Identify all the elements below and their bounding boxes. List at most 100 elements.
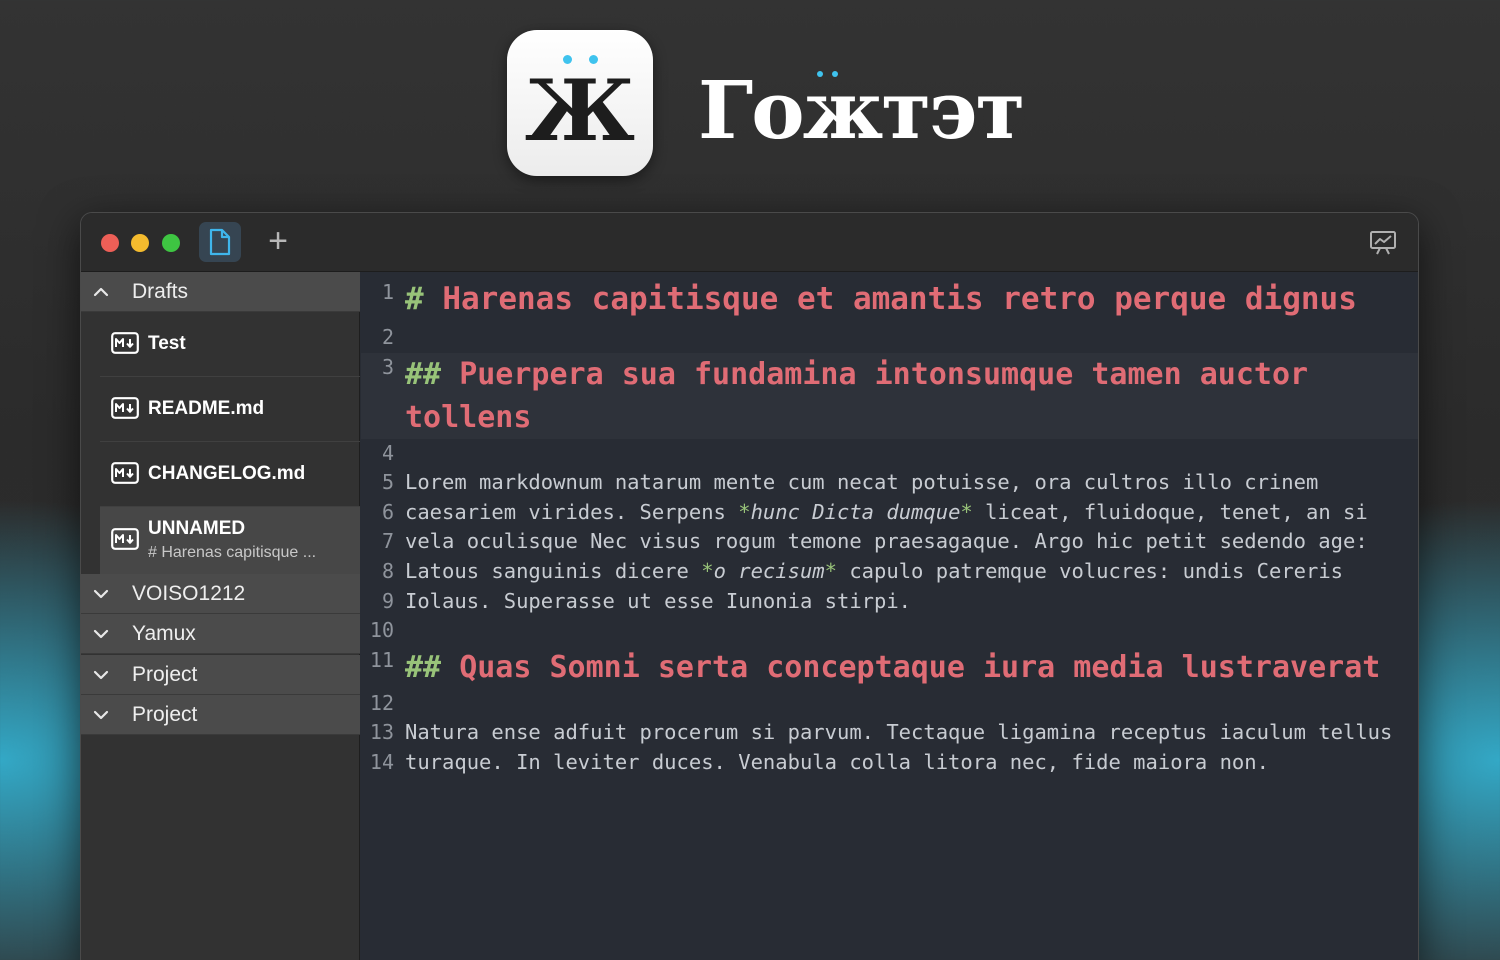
line-number: 11 xyxy=(369,647,394,672)
heading-2: ## Quas Somni serta conceptaque iura med… xyxy=(405,646,1418,689)
group-voiso1212[interactable]: VOISO1212 xyxy=(81,574,360,614)
group-label: Drafts xyxy=(132,280,189,303)
group-project-2[interactable]: Project xyxy=(81,695,360,735)
group-label: Yamux xyxy=(132,622,196,645)
editor-line: 2 xyxy=(361,323,1418,353)
group-label: VOISO1212 xyxy=(132,582,246,605)
heading-marker: # xyxy=(405,281,424,317)
editor-line: 5 Lorem markdownum natarum mente cum nec… xyxy=(361,468,1418,498)
markdown-icon xyxy=(111,528,139,550)
logo-glyph: Ж xyxy=(524,61,636,160)
markdown-icon xyxy=(111,332,139,354)
document-tab[interactable] xyxy=(199,222,241,262)
emphasis-marker: * xyxy=(738,499,751,524)
editor-line: 9 Iolaus. Superasse ut esse Iunonia stir… xyxy=(361,587,1418,617)
line-number: 5 xyxy=(381,470,394,495)
heading-text: Quas Somni serta conceptaque iura media … xyxy=(459,649,1381,685)
heading-2: ## Puerpera sua fundamina intonsumque ta… xyxy=(405,353,1418,439)
editor-line: 8 Latous sanguinis dicere *o recisum* ca… xyxy=(361,557,1418,587)
chevron-down-icon xyxy=(93,670,109,680)
new-tab-button[interactable]: + xyxy=(261,224,295,260)
emphasis-marker: * xyxy=(960,499,973,524)
paragraph-text: Natura ense adfuit procerum si parvum. T… xyxy=(405,720,1393,745)
line-number: 14 xyxy=(369,749,394,774)
markdown-icon xyxy=(111,397,139,419)
paragraph-text: turaque. In leviter duces. Venabula coll… xyxy=(405,749,1269,774)
app-logo: Ж xyxy=(507,30,653,176)
text-run: Latous sanguinis dicere xyxy=(405,558,702,583)
line-number: 6 xyxy=(381,499,394,524)
title-dot-left xyxy=(817,71,823,77)
line-number: 9 xyxy=(381,588,394,613)
heading-text: Harenas capitisque et amantis retro perq… xyxy=(442,281,1357,317)
file-item-test[interactable]: Test xyxy=(100,312,360,377)
file-name: UNNAMED xyxy=(148,518,246,539)
group-project[interactable]: Project xyxy=(81,655,360,695)
editor-line: 13 Natura ense adfuit procerum si parvum… xyxy=(361,718,1418,748)
group-yamux[interactable]: Yamux xyxy=(81,614,360,654)
editor-line: 7 vela oculisque Nec visus rogum temone … xyxy=(361,527,1418,557)
presentation-button[interactable] xyxy=(1368,227,1398,257)
group-label: Project xyxy=(132,663,198,686)
presentation-icon xyxy=(1370,231,1396,255)
app-window: + Drafts Test README.md CHANGELOG.md UNN… xyxy=(80,212,1419,960)
editor-line: 6 caesariem virides. Serpens *hunc Dicta… xyxy=(361,498,1418,528)
line-number: 1 xyxy=(381,280,394,304)
heading-text: Puerpera sua fundamina intonsumque tamen… xyxy=(405,356,1309,435)
line-number: 2 xyxy=(381,325,394,349)
app-name: Гожтэт xyxy=(698,60,1025,160)
emphasis-marker: * xyxy=(701,558,714,583)
markdown-icon xyxy=(111,462,139,484)
paragraph-text: vela oculisque Nec visus rogum temone pr… xyxy=(405,529,1368,554)
line-number: 10 xyxy=(369,618,394,643)
line-number: 12 xyxy=(369,690,394,715)
app-name-text: Гожтэт xyxy=(698,63,1025,157)
text-run: caesariem virides. Serpens xyxy=(405,499,739,524)
line-number: 3 xyxy=(381,354,394,379)
text-run: capulo patremque volucres: undis Cereris xyxy=(837,558,1344,583)
zoom-window-button[interactable] xyxy=(162,234,180,252)
line-number: 13 xyxy=(369,720,394,745)
file-preview: # Harenas capitisque ... xyxy=(148,544,317,561)
group-drafts[interactable]: Drafts xyxy=(81,272,360,312)
emphasis-text: o recisum xyxy=(713,558,825,583)
chevron-down-icon xyxy=(93,589,109,599)
line-number: 4 xyxy=(381,440,394,465)
file-item-unnamed[interactable]: UNNAMED # Harenas capitisque ... xyxy=(100,507,360,574)
editor-line-current: 3 ## Puerpera sua fundamina intonsumque … xyxy=(361,352,1418,439)
paragraph-text: caesariem virides. Serpens *hunc Dicta d… xyxy=(405,498,1418,528)
sidebar: Drafts Test README.md CHANGELOG.md UNNAM… xyxy=(81,272,360,960)
line-number: 7 xyxy=(381,529,394,554)
markdown-editor[interactable]: 1 # Harenas capitisque et amantis retro … xyxy=(361,272,1418,960)
editor-line: 4 xyxy=(361,439,1418,469)
heading-marker: ## xyxy=(405,649,442,685)
editor-line: 11 ## Quas Somni serta conceptaque iura … xyxy=(361,646,1418,689)
close-window-button[interactable] xyxy=(101,234,119,252)
paragraph-text: Lorem markdownum natarum mente cum necat… xyxy=(405,470,1319,495)
chevron-down-icon xyxy=(93,710,109,720)
paragraph-text: Iolaus. Superasse ut esse Iunonia stirpi… xyxy=(405,588,912,613)
file-item-changelog[interactable]: CHANGELOG.md xyxy=(100,442,360,507)
file-name: README.md xyxy=(148,398,265,419)
title-bar: + xyxy=(81,213,1418,272)
editor-line: 1 # Harenas capitisque et amantis retro … xyxy=(361,272,1418,323)
emphasis-text: hunc Dicta dumque xyxy=(750,499,961,524)
chevron-down-icon xyxy=(93,629,109,639)
editor-line: 10 xyxy=(361,616,1418,646)
editor-line: 12 xyxy=(361,689,1418,719)
group-label: Project xyxy=(132,703,198,726)
file-item-readme[interactable]: README.md xyxy=(100,377,360,442)
file-name: CHANGELOG.md xyxy=(148,463,306,484)
document-icon xyxy=(209,228,231,256)
chevron-up-icon xyxy=(93,287,109,297)
emphasis-marker: * xyxy=(824,558,837,583)
minimize-window-button[interactable] xyxy=(131,234,149,252)
heading-1: # Harenas capitisque et amantis retro pe… xyxy=(405,276,1418,323)
file-name: Test xyxy=(148,333,186,354)
line-number: 8 xyxy=(381,558,394,583)
editor-line: 14 turaque. In leviter duces. Venabula c… xyxy=(361,748,1418,778)
